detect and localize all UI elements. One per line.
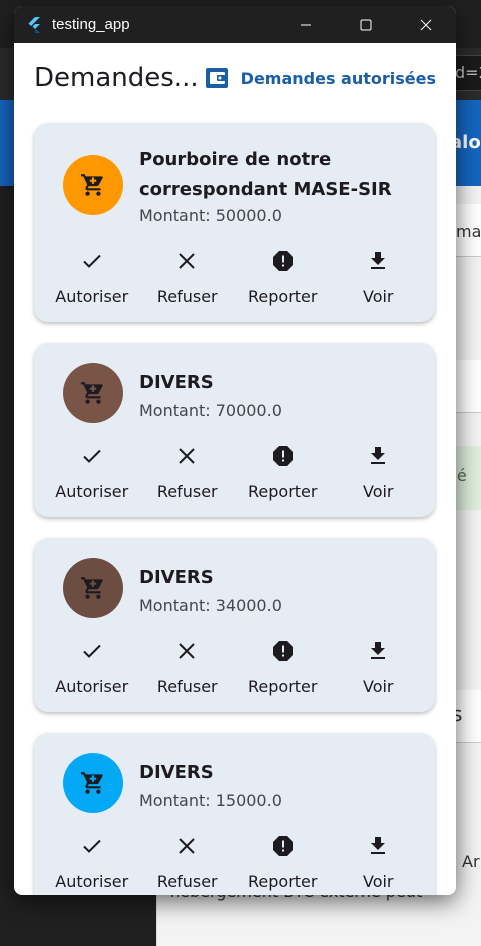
request-amount: Montant: 70000.0 <box>139 401 282 420</box>
report-button[interactable]: Reporter <box>235 444 331 501</box>
report-button[interactable]: Reporter <box>235 639 331 696</box>
maximize-button[interactable] <box>336 6 396 43</box>
request-actions: Autoriser Refuser Reporter Voir <box>34 444 435 501</box>
request-actions: Autoriser Refuser Reporter Voir <box>34 639 435 696</box>
view-label: Voir <box>362 482 394 501</box>
check-icon <box>83 449 101 463</box>
approved-requests-label: Demandes autorisées <box>240 68 436 88</box>
background-text-ar: Ar <box>462 852 480 871</box>
shopping-cart-icon <box>81 577 103 599</box>
request-avatar <box>63 363 123 423</box>
refuse-button[interactable]: Refuser <box>140 249 236 306</box>
report-icon <box>272 251 293 271</box>
app-window: testing_app Demandes... Demandes autoris… <box>14 6 456 895</box>
refuse-label: Refuser <box>156 872 218 891</box>
request-card: DIVERS Montant: 70000.0 Autoriser Refuse… <box>34 343 435 517</box>
title-bar[interactable]: testing_app <box>14 6 456 43</box>
refuse-button[interactable]: Refuser <box>140 834 236 891</box>
request-title: DIVERS <box>139 372 214 393</box>
refuse-label: Refuser <box>156 482 218 501</box>
check-icon <box>83 254 101 268</box>
shopping-cart-icon <box>81 382 103 404</box>
download-icon <box>371 837 386 854</box>
close-icon <box>179 838 195 854</box>
download-icon <box>371 447 386 464</box>
shopping-cart-icon <box>81 174 103 196</box>
report-icon <box>272 836 293 856</box>
report-label: Reporter <box>248 482 318 501</box>
request-actions: Autoriser Refuser Reporter Voir <box>34 249 435 306</box>
refuse-button[interactable]: Refuser <box>140 639 236 696</box>
report-button[interactable]: Reporter <box>235 834 331 891</box>
approved-requests-button[interactable]: Demandes autorisées <box>205 67 436 89</box>
request-title: Pourboire de notre correspondant MASE-SI… <box>139 149 392 200</box>
request-title: DIVERS <box>139 567 214 588</box>
authorize-button[interactable]: Autoriser <box>44 444 140 501</box>
authorize-label: Autoriser <box>55 677 129 696</box>
view-button[interactable]: Voir <box>331 639 427 696</box>
maximize-icon <box>360 19 372 30</box>
view-label: Voir <box>362 287 394 306</box>
request-card: DIVERS Montant: 15000.0 Autoriser Refuse… <box>34 733 435 895</box>
report-label: Reporter <box>248 872 318 891</box>
view-label: Voir <box>362 677 394 696</box>
close-icon <box>420 19 432 30</box>
minimize-icon <box>301 24 311 25</box>
request-avatar <box>63 558 123 618</box>
view-button[interactable]: Voir <box>331 249 427 306</box>
flutter-logo-icon <box>28 16 40 33</box>
close-window-button[interactable] <box>396 6 456 43</box>
report-icon <box>272 446 293 466</box>
minimize-button[interactable] <box>276 6 336 43</box>
download-icon <box>371 642 386 659</box>
request-avatar <box>63 753 123 813</box>
authorize-label: Autoriser <box>55 872 129 891</box>
request-title: DIVERS <box>139 762 214 783</box>
view-button[interactable]: Voir <box>331 444 427 501</box>
authorize-button[interactable]: Autoriser <box>44 639 140 696</box>
authorize-button[interactable]: Autoriser <box>44 834 140 891</box>
background-text-ma: ma <box>456 222 481 241</box>
close-icon <box>179 448 195 464</box>
window-title: testing_app <box>52 16 130 33</box>
request-card: Pourboire de notre correspondant MASE-SI… <box>34 123 435 322</box>
check-icon <box>83 644 101 658</box>
view-label: Voir <box>362 872 394 891</box>
wallet-icon <box>205 68 228 88</box>
report-label: Reporter <box>248 677 318 696</box>
view-button[interactable]: Voir <box>331 834 427 891</box>
report-label: Reporter <box>248 287 318 306</box>
authorize-label: Autoriser <box>55 482 129 501</box>
page-title: Demandes... <box>34 63 199 93</box>
refuse-button[interactable]: Refuser <box>140 444 236 501</box>
report-button[interactable]: Reporter <box>235 249 331 306</box>
request-amount: Montant: 15000.0 <box>139 791 282 810</box>
request-amount: Montant: 50000.0 <box>139 206 282 225</box>
app-bar: Demandes... Demandes autorisées <box>14 43 456 117</box>
request-avatar <box>63 155 123 215</box>
authorize-button[interactable]: Autoriser <box>44 249 140 306</box>
refuse-label: Refuser <box>156 287 218 306</box>
close-icon <box>179 643 195 659</box>
download-icon <box>371 252 386 269</box>
request-card: DIVERS Montant: 34000.0 Autoriser Refuse… <box>34 538 435 712</box>
authorize-label: Autoriser <box>55 287 129 306</box>
refuse-label: Refuser <box>156 677 218 696</box>
requests-list[interactable]: Pourboire de notre correspondant MASE-SI… <box>14 117 456 895</box>
request-actions: Autoriser Refuser Reporter Voir <box>34 834 435 891</box>
request-amount: Montant: 34000.0 <box>139 596 282 615</box>
shopping-cart-icon <box>81 772 103 794</box>
check-icon <box>83 839 101 853</box>
close-icon <box>179 253 195 269</box>
report-icon <box>272 641 293 661</box>
